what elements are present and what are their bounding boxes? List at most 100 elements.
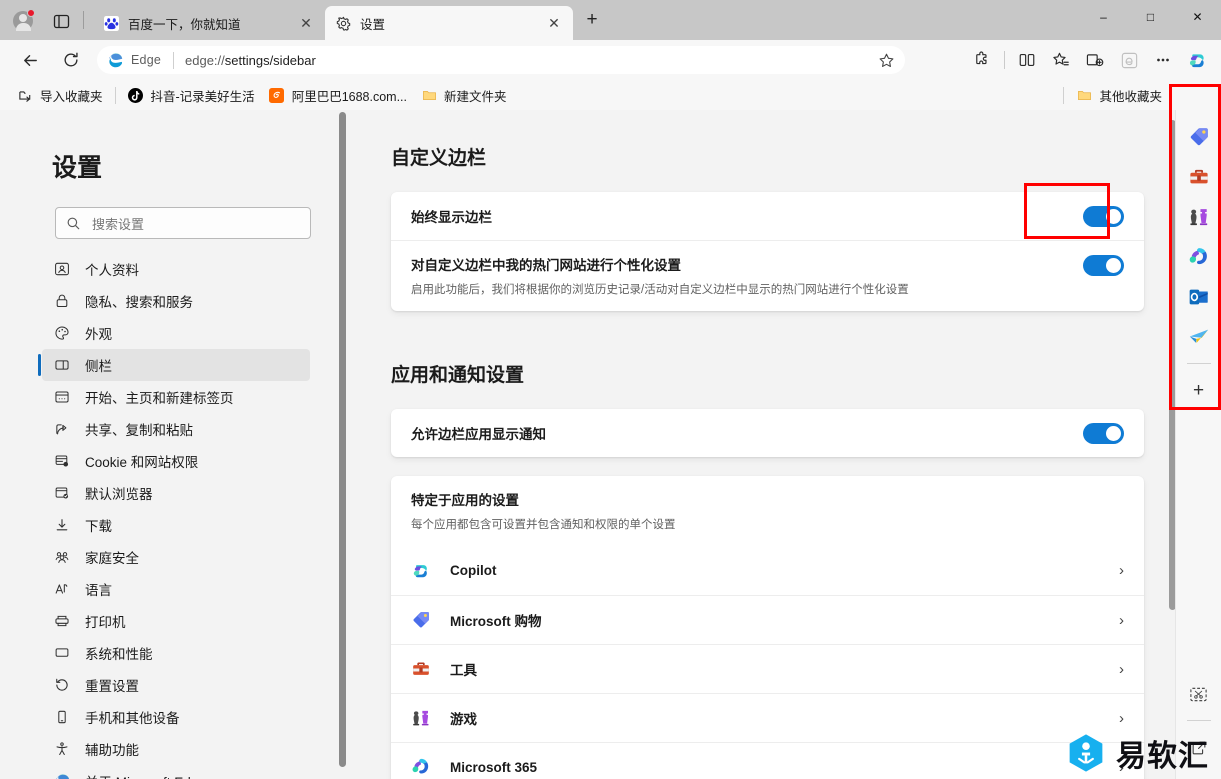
sidebar-item-cookies[interactable]: Cookie 和网站权限 [42, 445, 310, 477]
sidebar-item-accessibility[interactable]: 辅助功能 [42, 733, 310, 765]
window-controls: – □ ✕ [1080, 0, 1221, 33]
phone-icon [53, 708, 71, 726]
app-row-copilot[interactable]: Copilot › [391, 546, 1144, 595]
tab-actions-button[interactable] [48, 9, 74, 33]
sidebar-item-label: 默认浏览器 [85, 487, 153, 502]
bookmark-douyin[interactable]: 抖音-记录美好生活 [121, 83, 262, 107]
refresh-button[interactable] [55, 44, 87, 76]
sidebar-item-sidebar[interactable]: 侧栏 [38, 349, 310, 381]
tab-settings[interactable]: 设置 ✕ [325, 6, 573, 40]
paperplane-icon[interactable] [1182, 320, 1216, 354]
add-sidebar-app-button[interactable]: + [1182, 374, 1216, 408]
sidebar-item-privacy[interactable]: 隐私、搜索和服务 [42, 285, 310, 317]
tab-separator [83, 11, 84, 29]
sidebar-item-system[interactable]: 系统和性能 [42, 637, 310, 669]
profile-button[interactable] [10, 8, 36, 34]
split-screen-button[interactable] [1011, 44, 1043, 76]
sidebar-item-about-edge[interactable]: 关于 Microsoft Edge [42, 765, 310, 779]
maximize-button[interactable]: □ [1127, 0, 1174, 33]
tab-close-button[interactable]: ✕ [543, 12, 565, 34]
app-row-games[interactable]: 游戏 › [391, 693, 1144, 742]
favorite-star-icon[interactable] [873, 48, 899, 72]
toggle-allow-sidebar-notifications[interactable] [1083, 422, 1124, 444]
sidebar-item-label: 辅助功能 [85, 743, 139, 758]
sidebar-item-printers[interactable]: 打印机 [42, 605, 310, 637]
tab-close-button[interactable]: ✕ [295, 12, 317, 34]
sidebar-item-family[interactable]: 家庭安全 [42, 541, 310, 573]
sidebar-item-label: 外观 [85, 327, 112, 342]
minimize-button[interactable]: – [1080, 0, 1127, 33]
row-personalize-top-sites[interactable]: 对自定义边栏中我的热门网站进行个性化设置 启用此功能后，我们将根据你的浏览历史记… [391, 240, 1144, 311]
app-name: 游戏 [450, 712, 477, 728]
tab-baidu[interactable]: 百度一下，你就知道 ✕ [93, 6, 325, 40]
sidebar-item-profile[interactable]: 个人资料 [42, 253, 310, 285]
sidebar-item-label: 关于 Microsoft Edge [85, 771, 206, 779]
screenshot-icon[interactable] [1182, 677, 1216, 711]
section-title-app-notifications: 应用和通知设置 [391, 365, 525, 387]
toolbar-right [966, 44, 1213, 76]
row-description: 启用此功能后，我们将根据你的浏览历史记录/活动对自定义边栏中显示的热门网站进行个… [411, 284, 909, 296]
games-icon[interactable] [1182, 200, 1216, 234]
search-icon [67, 217, 80, 229]
profile-icon [53, 260, 71, 278]
outlook-icon[interactable] [1182, 280, 1216, 314]
sidebar-item-languages[interactable]: 语言 [42, 573, 310, 605]
sidebar-item-phone-devices[interactable]: 手机和其他设备 [42, 701, 310, 733]
address-bar[interactable]: Edge edge://settings/sidebar [97, 46, 905, 74]
copilot-icon [1189, 53, 1204, 67]
bookmark-new-folder[interactable]: 新建文件夹 [414, 83, 514, 107]
url-text: edge://settings/sidebar [185, 52, 316, 68]
customize-sidebar-card: 始终显示边栏 对自定义边栏中我的热门网站进行个性化设置 启用此功能后，我们将根据… [391, 192, 1144, 312]
new-tab-button[interactable]: + [578, 6, 606, 34]
toggle-always-show-sidebar[interactable] [1083, 205, 1124, 227]
sidebar-divider [1186, 363, 1211, 364]
bookmarks-bar: 导入收藏夹 抖音-记录美好生活 阿里巴巴1688.com... 新建文件夹 其他… [0, 80, 1221, 110]
cookie-icon [53, 452, 71, 470]
settings-content: 自定义边栏 始终显示边栏 对自定义边栏中我的热门网站进行个性化设置 启用此功能后… [360, 110, 1175, 779]
app-specific-header: 特定于应用的设置 每个应用都包含可设置并包含通知和权限的单个设置 [391, 476, 1144, 546]
language-icon [53, 580, 71, 598]
sidebar-item-reset[interactable]: 重置设置 [42, 669, 310, 701]
sidebar-item-startpage[interactable]: 开始、主页和新建标签页 [42, 381, 310, 413]
bookmark-label: 阿里巴巴1688.com... [291, 89, 408, 104]
row-allow-sidebar-notifications[interactable]: 允许边栏应用显示通知 [391, 409, 1144, 457]
bookmark-alibaba[interactable]: 阿里巴巴1688.com... [262, 83, 414, 107]
shopping-tag-icon[interactable] [1182, 120, 1216, 154]
sidebar-item-share[interactable]: 共享、复制和粘贴 [42, 413, 310, 445]
toolbox-icon[interactable] [1182, 160, 1216, 194]
more-button[interactable] [1147, 44, 1179, 76]
search-settings-input[interactable]: 搜索设置 [55, 207, 311, 239]
bookmark-other-favorites[interactable]: 其他收藏夹 [1069, 83, 1169, 107]
sidebar-item-label: Cookie 和网站权限 [85, 455, 199, 470]
row-always-show-sidebar[interactable]: 始终显示边栏 [391, 192, 1144, 240]
app-row-microsoft-shopping[interactable]: Microsoft 购物 › [391, 595, 1144, 644]
gear-icon [335, 15, 351, 31]
app-name: Copilot [450, 563, 497, 579]
browser-essentials-icon [1086, 54, 1104, 67]
page-title: 设置 [52, 154, 103, 182]
close-button[interactable]: ✕ [1174, 0, 1221, 33]
collections-button[interactable] [1045, 44, 1077, 76]
edge-logo-icon [109, 52, 123, 67]
alibaba-icon [269, 87, 285, 103]
sidebar-divider-bottom [1186, 720, 1211, 721]
microsoft365-icon[interactable] [1182, 240, 1216, 274]
back-button[interactable] [14, 44, 46, 76]
bookmark-label: 其他收藏夹 [1099, 89, 1162, 104]
system-icon [53, 644, 71, 662]
yiruanhui-logo [1069, 734, 1103, 772]
browser-essentials-button[interactable] [1079, 44, 1111, 76]
sidebar-item-label: 个人资料 [85, 263, 139, 278]
bookmark-import-favorites[interactable]: 导入收藏夹 [10, 83, 110, 107]
copilot-button[interactable] [1181, 44, 1213, 76]
edge-icon [53, 772, 71, 779]
settings-nav-scrollbar[interactable] [339, 112, 346, 767]
app-row-tools[interactable]: 工具 › [391, 644, 1144, 693]
app-specific-settings-card: 特定于应用的设置 每个应用都包含可设置并包含通知和权限的单个设置 Copilot [391, 476, 1144, 779]
toggle-personalize-top-sites[interactable] [1083, 255, 1124, 276]
sidebar-item-default-browser[interactable]: 默认浏览器 [42, 477, 310, 509]
app-row-microsoft-365[interactable]: Microsoft 365 › [391, 742, 1144, 779]
sidebar-item-appearance[interactable]: 外观 [42, 317, 310, 349]
sidebar-item-downloads[interactable]: 下载 [42, 509, 310, 541]
extensions-button[interactable] [966, 44, 998, 76]
